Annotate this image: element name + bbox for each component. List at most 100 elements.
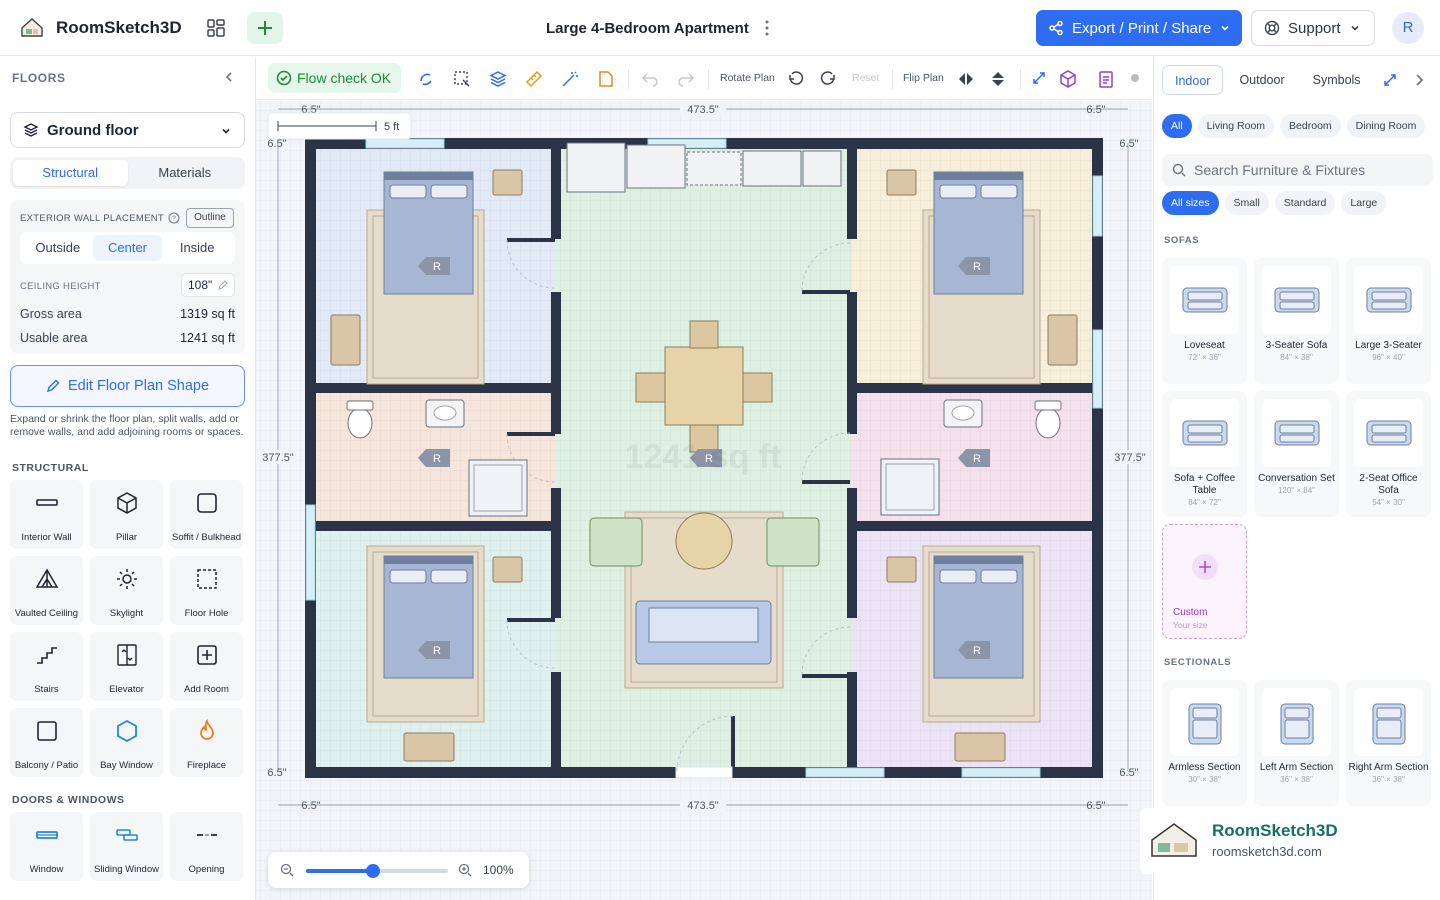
flow-check-badge[interactable]: Flow check OK: [268, 63, 401, 93]
magic-select-icon[interactable]: [416, 69, 436, 89]
sofa-item[interactable]: Large 3-Seater 96" × 40": [1346, 258, 1431, 384]
sectionals-heading: SECTIONALS: [1164, 657, 1232, 668]
tool-fireplace[interactable]: Fireplace: [170, 708, 243, 777]
layers-icon[interactable]: [488, 69, 508, 89]
edit-floor-plan-button[interactable]: Edit Floor Plan Shape: [10, 365, 245, 407]
zoom-out-icon[interactable]: [280, 863, 294, 877]
placement-outside[interactable]: Outside: [23, 235, 93, 261]
collapse-panel-icon[interactable]: [222, 70, 236, 84]
stairs-icon: [36, 647, 57, 664]
brand-url: roomsketch3d.com: [1212, 844, 1322, 859]
chip-dining-room[interactable]: Dining Room: [1346, 114, 1426, 138]
tool-sliding-window[interactable]: Sliding Window: [90, 812, 163, 881]
flip-vertical-icon[interactable]: [988, 69, 1008, 89]
select-icon[interactable]: [452, 69, 472, 89]
outline-toggle[interactable]: Outline: [186, 208, 234, 228]
search-placeholder: Search Furniture & Fixtures: [1194, 162, 1366, 178]
entrance-opening[interactable]: [675, 766, 733, 779]
note-icon[interactable]: [596, 69, 616, 89]
tab-materials[interactable]: Materials: [128, 160, 243, 186]
tool-vaulted-ceiling[interactable]: Vaulted Ceiling: [10, 556, 83, 625]
tab-outdoor[interactable]: Outdoor: [1227, 65, 1296, 95]
sofa-item[interactable]: 3-Seater Sofa 84" × 38": [1254, 258, 1339, 384]
sectional-item[interactable]: Left Arm Section 36" × 38": [1254, 680, 1339, 806]
app-title: RoomSketch3D: [56, 18, 182, 37]
placement-inside[interactable]: Inside: [162, 235, 232, 261]
tool-add-room[interactable]: Add Room: [170, 632, 243, 701]
document-title[interactable]: Large 4-Bedroom Apartment: [546, 20, 749, 37]
rotate-right-icon[interactable]: [818, 69, 838, 89]
chip-large[interactable]: Large: [1341, 191, 1387, 215]
tool-balcony[interactable]: Balcony / Patio: [10, 708, 83, 777]
library-tabs: Indoor Outdoor Symbols: [1162, 65, 1373, 95]
tab-structural[interactable]: Structural: [13, 160, 128, 186]
tool-elevator[interactable]: Elevator: [90, 632, 163, 701]
tool-opening[interactable]: Opening: [170, 812, 243, 881]
chevron-right-icon[interactable]: [1412, 72, 1426, 88]
chip-living-room[interactable]: Living Room: [1197, 114, 1275, 138]
kebab-menu-icon[interactable]: [762, 18, 772, 38]
sectional-dims: 30" × 38": [1188, 775, 1221, 784]
ceiling-height-input[interactable]: 108": [181, 273, 235, 297]
sofa-item[interactable]: Loveseat 72" × 36": [1162, 258, 1247, 384]
ruler-icon[interactable]: [524, 69, 544, 89]
chip-small[interactable]: Small: [1224, 191, 1269, 215]
tool-window[interactable]: Window: [10, 812, 83, 881]
help-icon[interactable]: ?: [168, 212, 180, 224]
redo-icon[interactable]: [676, 69, 696, 89]
3d-cube-icon[interactable]: [1058, 69, 1078, 89]
reset-button[interactable]: Reset: [852, 72, 879, 84]
avatar[interactable]: R: [1392, 12, 1424, 44]
tool-skylight[interactable]: Skylight: [90, 556, 163, 625]
export-button[interactable]: Export / Print / Share: [1036, 10, 1242, 46]
layers-icon: [23, 123, 39, 137]
sectional-item[interactable]: Armless Section 30" × 38": [1162, 680, 1247, 806]
sectional-item[interactable]: Right Arm Section 36" × 38": [1346, 680, 1431, 806]
tool-label: Interior Wall: [21, 531, 72, 543]
report-icon[interactable]: [1096, 69, 1116, 89]
chip-bedroom[interactable]: Bedroom: [1280, 114, 1341, 138]
tool-interior-wall[interactable]: Interior Wall: [10, 480, 83, 549]
zoom-in-icon[interactable]: [458, 863, 472, 877]
expand-icon[interactable]: [1030, 69, 1048, 89]
tool-floor-hole[interactable]: Floor Hole: [170, 556, 243, 625]
sofa-item[interactable]: 2-Seat Office Sofa 54" × 30": [1346, 391, 1431, 517]
bed-bottom-right[interactable]: [922, 545, 1041, 723]
zoom-slider[interactable]: [306, 864, 448, 878]
floor-select[interactable]: Ground floor: [10, 112, 245, 148]
bed-top-left[interactable]: [366, 171, 485, 385]
dim-bottom: 473.5": [687, 800, 719, 812]
tool-pillar[interactable]: Pillar: [90, 480, 163, 549]
sofa-item[interactable]: Conversation Set 120" × 84": [1254, 391, 1339, 517]
chip-all[interactable]: All: [1162, 114, 1192, 138]
sofa-item[interactable]: Sofa + Coffee Table 84" × 72": [1162, 391, 1247, 517]
tool-label: Pillar: [115, 531, 138, 543]
magic-wand-icon[interactable]: [560, 69, 580, 89]
tab-indoor[interactable]: Indoor: [1162, 65, 1224, 95]
bed-bottom-left[interactable]: [366, 545, 485, 723]
chip-all-sizes[interactable]: All sizes: [1162, 191, 1219, 215]
rotate-left-icon[interactable]: [786, 69, 806, 89]
flip-horizontal-icon[interactable]: [956, 69, 976, 89]
tool-bay-window[interactable]: Bay Window: [90, 708, 163, 777]
usable-area-label: Usable area: [20, 331, 88, 345]
undo-icon[interactable]: [640, 69, 660, 89]
app-logo-icon[interactable]: [18, 14, 46, 42]
new-project-button[interactable]: [247, 12, 283, 44]
bed-top-right[interactable]: [922, 171, 1041, 385]
custom-size-card[interactable]: Custom Your size: [1162, 524, 1247, 639]
ceiling-height-value: 108": [188, 278, 213, 292]
dim-corner: 6.5": [1086, 800, 1105, 812]
zoom-slider-handle[interactable]: [366, 864, 381, 878]
dashboard-grid-icon[interactable]: [206, 18, 226, 38]
placement-center[interactable]: Center: [92, 235, 163, 261]
floor-plan-canvas[interactable]: RR RR R RR 1241 sq ft 473.5" 473.5" 377.…: [256, 101, 1152, 900]
search-input[interactable]: Search Furniture & Fixtures: [1162, 154, 1433, 186]
tab-symbols[interactable]: Symbols: [1301, 65, 1373, 95]
expand-panel-icon[interactable]: [1382, 72, 1398, 88]
support-button[interactable]: Support: [1251, 10, 1375, 46]
sectional-icon: [1188, 703, 1221, 745]
tool-stairs[interactable]: Stairs: [10, 632, 83, 701]
tool-soffit[interactable]: Soffit / Bulkhead: [170, 480, 243, 549]
chip-standard[interactable]: Standard: [1274, 191, 1336, 215]
